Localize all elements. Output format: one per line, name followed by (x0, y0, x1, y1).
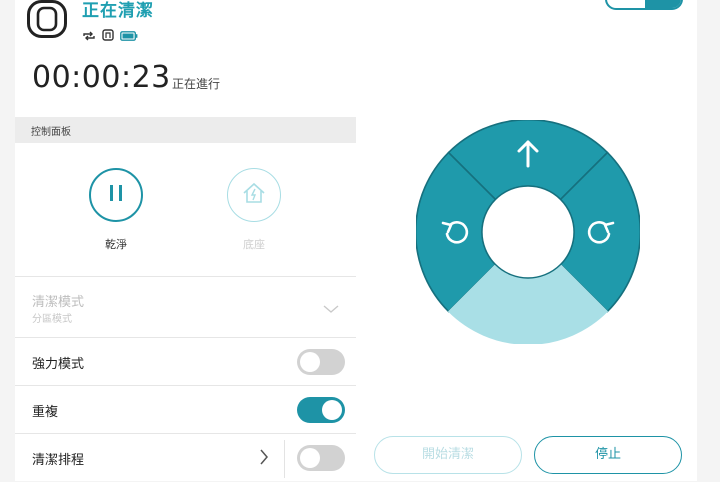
clean-button-label: 乾淨 (105, 238, 127, 251)
view-switch[interactable] (605, 0, 683, 10)
start-cleaning-button[interactable]: 開始清潔 (374, 436, 522, 474)
status-icons (82, 26, 138, 45)
timer-status: 正在進行 (172, 77, 221, 91)
pause-button[interactable] (89, 168, 143, 222)
cleaning-mode-icon (102, 26, 114, 45)
repeat-label: 重複 (32, 405, 59, 420)
stop-button[interactable]: 停止 (534, 436, 682, 474)
schedule-label: 清潔排程 (32, 453, 85, 468)
chevron-down-icon (323, 299, 339, 318)
cleaning-mode-select[interactable]: 清潔模式 分區模式 (15, 276, 356, 338)
strong-mode-row: 強力模式 (15, 337, 356, 386)
dock-button[interactable] (227, 168, 281, 222)
toggle-knob (300, 448, 320, 468)
strong-mode-toggle[interactable] (297, 349, 345, 375)
schedule-row[interactable]: 清潔排程 (15, 433, 356, 482)
control-panel-title: 控制面板 (31, 127, 71, 138)
status-title: 正在清潔 (82, 1, 154, 21)
view-switch-active-segment[interactable] (645, 0, 681, 8)
cleaning-mode-value: 分區模式 (32, 314, 72, 325)
cleaning-mode-label: 清潔模式 (32, 295, 85, 310)
battery-icon (120, 26, 138, 45)
pause-icon (106, 182, 126, 208)
schedule-toggle[interactable] (297, 445, 345, 471)
robot-vacuum-icon (27, 0, 67, 38)
dpad-center (481, 185, 575, 279)
divider (284, 440, 285, 478)
repeat-row: 重複 (15, 385, 356, 434)
chevron-right-icon[interactable] (259, 448, 269, 470)
repeat-toggle[interactable] (297, 397, 345, 423)
control-panel-header: 控制面板 (15, 117, 356, 143)
direction-pad (416, 120, 640, 344)
toggle-knob (300, 352, 320, 372)
strong-mode-label: 強力模式 (32, 357, 85, 372)
repeat-icon (82, 26, 96, 45)
dock-home-icon (241, 181, 267, 209)
dock-button-label: 底座 (243, 238, 265, 251)
elapsed-timer: 00:00:23 (32, 60, 171, 95)
toggle-knob (322, 400, 342, 420)
